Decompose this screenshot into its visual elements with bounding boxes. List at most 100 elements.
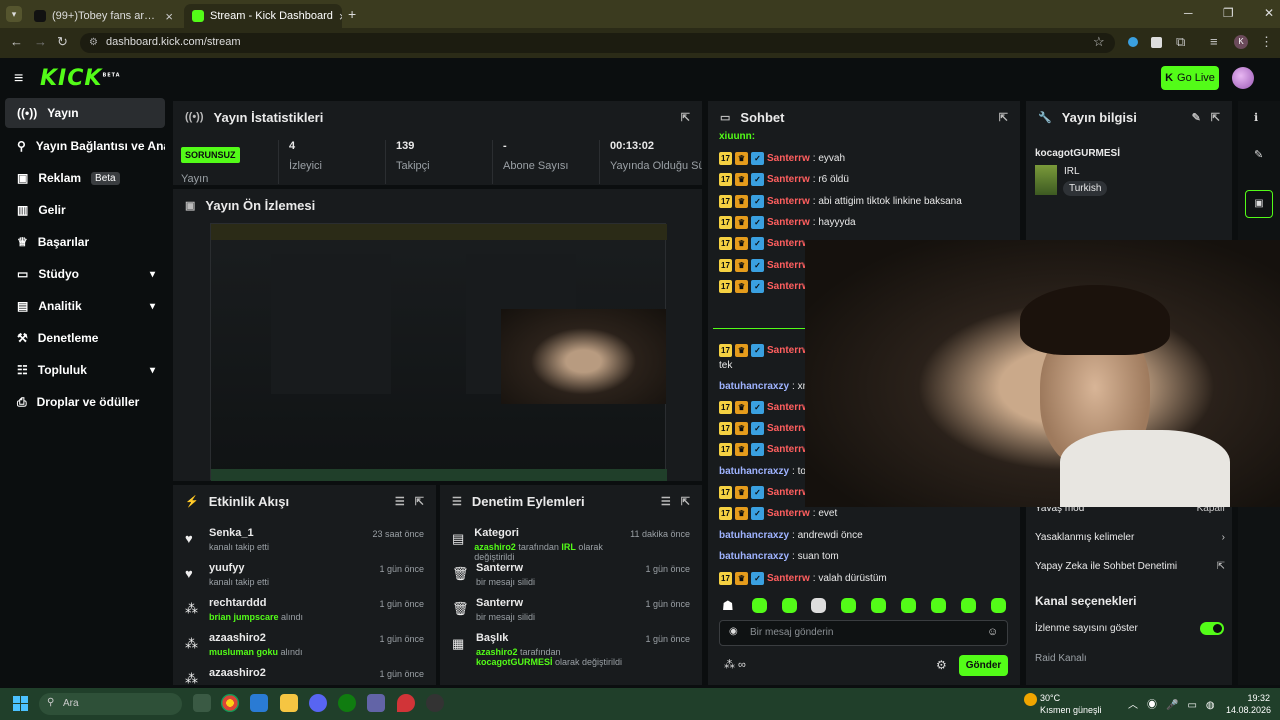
chat-username[interactable]: Santerrw <box>767 487 810 498</box>
layout-button[interactable]: ▣ <box>1245 190 1273 218</box>
edit-icon[interactable]: ✎ <box>1192 111 1201 124</box>
pencil-icon[interactable]: ✎ <box>1254 148 1263 161</box>
show-viewers-toggle[interactable] <box>1200 622 1224 635</box>
banned-words-row[interactable]: Yasaklanmış kelimeler › <box>1035 532 1225 543</box>
forward-icon[interactable]: → <box>34 34 47 49</box>
extension-icon[interactable] <box>1151 37 1162 48</box>
bookmark-star-icon[interactable]: ☆ <box>1093 34 1105 50</box>
chat-username[interactable]: Santerrw <box>767 238 810 249</box>
popout-icon[interactable]: ⇱ <box>1211 111 1220 124</box>
chat-username[interactable]: Santerrw <box>767 153 810 164</box>
xbox-icon[interactable] <box>338 694 356 712</box>
emoji-icon[interactable]: ☺ <box>987 626 998 638</box>
chat-message-input[interactable]: Bir mesaj gönderin <box>719 620 1008 646</box>
emote-icon[interactable] <box>782 598 797 613</box>
chat-settings-gear-icon[interactable]: ⚙ <box>936 658 947 672</box>
chrome-icon[interactable] <box>221 694 239 712</box>
chat-username[interactable]: Santerrw <box>767 573 810 584</box>
emote-ghost-icon[interactable]: ☗ <box>722 598 734 614</box>
close-tab-icon[interactable]: × <box>165 9 173 24</box>
teams-icon[interactable] <box>367 694 385 712</box>
emote-icon[interactable] <box>811 598 826 613</box>
chat-username[interactable]: batuhancraxzy <box>719 381 789 392</box>
taskbar-clock[interactable]: 19:32 14.08.2026 <box>1226 692 1271 716</box>
chat-username[interactable]: Santerrw <box>767 345 810 356</box>
emote-icon[interactable] <box>871 598 886 613</box>
reload-icon[interactable]: ↻ <box>57 34 68 50</box>
sidebar-item-stream-key[interactable]: ⚲Yayın Bağlantısı ve Anahtar <box>5 131 165 161</box>
browser-tab-tiktok[interactable]: (99+)Tobey fans are worse ther × <box>26 4 181 28</box>
system-tray-icons[interactable]: ︿◉🎤▭◍ <box>1128 696 1224 711</box>
task-view-icon[interactable] <box>193 694 211 712</box>
extension-icon[interactable] <box>1128 37 1138 47</box>
go-live-button[interactable]: K Go Live <box>1161 66 1219 90</box>
profile-avatar[interactable]: K <box>1234 35 1248 49</box>
raid-channel-row[interactable]: Raid Kanalı <box>1035 653 1225 664</box>
weather-widget[interactable]: 30°C Kısmen güneşli <box>1040 692 1102 716</box>
emote-icon[interactable] <box>752 598 767 613</box>
chat-username[interactable]: Santerrw <box>767 196 810 207</box>
chat-username[interactable]: Santerrw <box>767 281 810 292</box>
taskbar-search[interactable]: Ara <box>39 693 182 715</box>
moderation-actions-panel: ☰ Denetim Eylemleri ☰ ⇱ ▤ Kategori azashiro2 … <box>440 485 702 685</box>
app-icon[interactable] <box>397 694 415 712</box>
sidebar-item-yayin[interactable]: ((•)) Yayın <box>5 98 165 128</box>
minimize-icon[interactable]: ─ <box>1184 6 1193 20</box>
filter-icon[interactable]: ☰ <box>395 495 405 508</box>
url-field[interactable]: dashboard.kick.com/stream <box>80 33 1115 53</box>
sidebar-item-drops[interactable]: ⎙ Droplar ve ödüller <box>5 387 165 417</box>
emote-icon[interactable] <box>931 598 946 613</box>
info-icon[interactable]: ℹ <box>1254 111 1258 124</box>
chat-username[interactable]: batuhancraxzy <box>719 466 789 477</box>
site-info-icon[interactable]: ⚙ <box>89 37 98 48</box>
popout-icon[interactable]: ⇱ <box>681 111 690 124</box>
close-tab-icon[interactable]: × <box>339 9 342 24</box>
chat-username[interactable]: batuhancraxzy <box>719 551 789 562</box>
kick-logo[interactable]: KICKBETA <box>40 66 121 91</box>
emote-icon[interactable] <box>961 598 976 613</box>
hamburger-menu-icon[interactable]: ≡ <box>14 70 23 88</box>
chat-username[interactable]: Santerrw <box>767 444 810 455</box>
browser-tab-kick[interactable]: Stream - Kick Dashboard × <box>184 4 342 28</box>
chat-mod-icon[interactable]: ◉ <box>729 626 738 637</box>
chat-username[interactable]: batuhancraxzy <box>719 530 789 541</box>
close-window-icon[interactable]: ✕ <box>1264 6 1274 20</box>
sidebar-item-analytics[interactable]: ▤ Analitik ▾ <box>5 291 165 321</box>
sidebar-item-revenue[interactable]: ▥ Gelir <box>5 195 165 225</box>
extensions-puzzle-icon[interactable]: ⧉ <box>1176 34 1185 50</box>
app-icon[interactable] <box>250 694 268 712</box>
sidebar-item-moderation[interactable]: ⚒ Denetleme <box>5 323 165 353</box>
browser-menu-icon[interactable]: ⋮ <box>1260 34 1273 50</box>
sidebar-item-studio[interactable]: ▭ Stüdyo ▾ <box>5 259 165 289</box>
back-icon[interactable]: ← <box>10 34 23 49</box>
windows-start-icon[interactable] <box>13 696 28 711</box>
filter-icon[interactable]: ☰ <box>661 495 671 508</box>
emote-icon[interactable] <box>901 598 916 613</box>
popout-icon[interactable]: ⇱ <box>681 495 690 508</box>
chat-username[interactable]: Santerrw <box>767 217 810 228</box>
app-icon[interactable] <box>426 694 444 712</box>
emote-icon[interactable] <box>841 598 856 613</box>
tab-list-icon[interactable]: ▾ <box>6 6 22 22</box>
maximize-icon[interactable]: ❐ <box>1223 6 1234 20</box>
sidebar-item-achievements[interactable]: ♕ Başarılar <box>5 227 165 257</box>
points-icon[interactable]: ⁂ ∞ <box>724 658 746 671</box>
popout-icon[interactable]: ⇱ <box>415 495 424 508</box>
user-avatar[interactable] <box>1232 67 1254 89</box>
send-button[interactable]: Gönder <box>959 655 1008 676</box>
chat-username[interactable]: Santerrw <box>767 260 810 271</box>
popout-icon[interactable]: ⇱ <box>999 111 1008 124</box>
media-controls-icon[interactable]: ≡ <box>1210 34 1218 49</box>
emote-icon[interactable] <box>991 598 1006 613</box>
file-explorer-icon[interactable] <box>280 694 298 712</box>
chat-username[interactable]: Santerrw <box>767 423 810 434</box>
discord-icon[interactable] <box>309 694 327 712</box>
ai-moderation-row[interactable]: Yapay Zeka ile Sohbet Denetimi ⇱ <box>1035 561 1225 572</box>
chat-username[interactable]: Santerrw <box>767 174 810 185</box>
new-tab-icon[interactable]: + <box>348 6 356 22</box>
stream-preview-video[interactable] <box>210 223 667 481</box>
chat-username[interactable]: Santerrw <box>767 508 810 519</box>
sidebar-item-community[interactable]: ☷ Topluluk ▾ <box>5 355 165 385</box>
chat-username[interactable]: Santerrw <box>767 402 810 413</box>
sidebar-item-ads[interactable]: ▣ Reklam Beta <box>5 163 165 193</box>
